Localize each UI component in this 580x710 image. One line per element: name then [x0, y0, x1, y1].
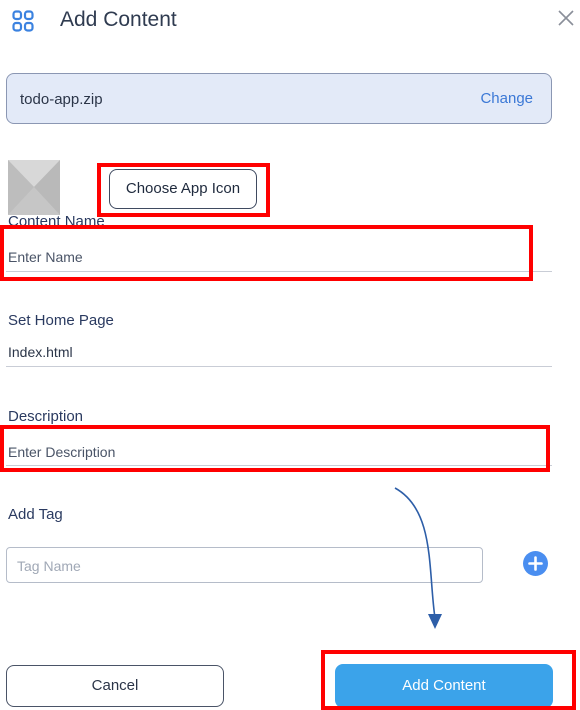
add-tag-label: Add Tag — [8, 506, 63, 523]
change-file-link[interactable]: Change — [480, 90, 533, 107]
selected-file-bar: todo-app.zip Change — [6, 73, 552, 124]
content-name-input[interactable]: Enter Name — [8, 249, 83, 265]
home-page-label: Set Home Page — [8, 312, 114, 329]
description-underline — [6, 465, 552, 466]
plus-circle-icon — [528, 556, 543, 571]
dialog-title: Add Content — [60, 8, 177, 31]
app-icon-placeholder — [8, 160, 60, 215]
add-content-button[interactable]: Add Content — [335, 664, 553, 708]
grid-icon — [12, 10, 34, 32]
content-name-label: Content Name — [8, 213, 105, 230]
curved-arrow-annotation — [394, 487, 442, 629]
home-page-underline — [6, 366, 552, 367]
choose-app-icon-button[interactable]: Choose App Icon — [109, 169, 257, 209]
home-page-input[interactable]: Index.html — [8, 344, 73, 360]
tag-name-placeholder: Tag Name — [17, 558, 81, 574]
add-tag-button[interactable] — [523, 551, 548, 576]
content-name-underline — [6, 271, 552, 272]
description-label: Description — [8, 408, 84, 425]
close-icon[interactable] — [556, 8, 576, 28]
cancel-button[interactable]: Cancel — [6, 665, 224, 707]
file-name: todo-app.zip — [20, 91, 103, 108]
description-input[interactable]: Enter Description — [8, 444, 115, 460]
